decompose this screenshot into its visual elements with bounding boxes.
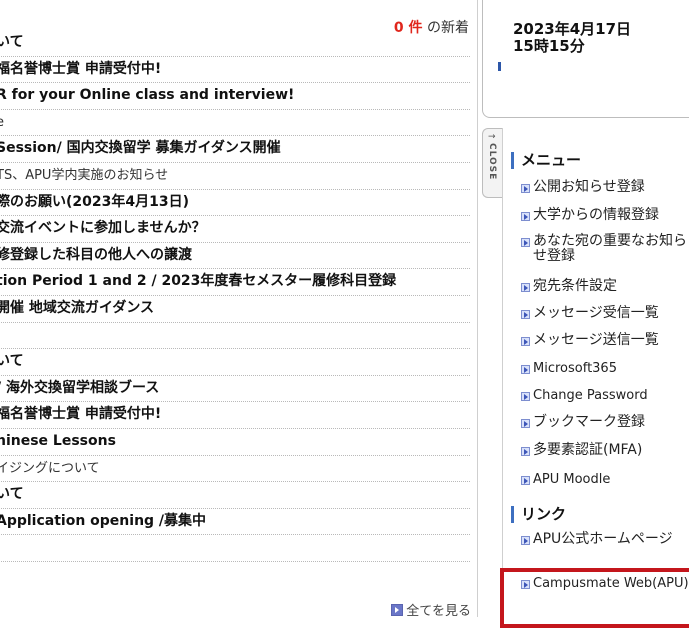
menu-item-bookmark[interactable]: ブックマーク登録: [521, 415, 689, 430]
news-item[interactable]: いて: [0, 482, 470, 509]
news-item[interactable]: 福名誉博士賞 申請受付中!: [0, 402, 470, 429]
news-item[interactable]: tion Period 1 and 2 / 2023年度春セメスター履修科目登録: [0, 269, 470, 296]
news-item[interactable]: 交流イベントに参加しませんか？: [0, 216, 470, 243]
sidebar-menu: メニュー 公開お知らせ登録 大学からの情報登録 あなた宛の重要なお知らせ登録 宛…: [502, 128, 689, 617]
menu-item-apu-moodle[interactable]: APU Moodle: [521, 472, 689, 487]
news-item[interactable]: いて: [0, 30, 470, 57]
see-all-label: 全てを見る: [406, 604, 471, 617]
arrow-right-icon: →: [488, 132, 496, 142]
arrow-box-icon: [521, 184, 530, 193]
current-time: 15時15分: [513, 37, 585, 55]
menu-item-microsoft365[interactable]: Microsoft365: [521, 361, 689, 376]
arrow-box-icon: [521, 283, 530, 292]
news-item: [0, 323, 470, 350]
news-item[interactable]: / 海外交換留学相談ブース: [0, 376, 470, 403]
arrow-box-icon: [521, 392, 530, 401]
arrow-box-icon: [391, 604, 404, 616]
news-item[interactable]: hinese Lessons: [0, 429, 470, 456]
news-item[interactable]: 修登録した科目の他人への譲渡: [0, 243, 470, 270]
news-item[interactable]: Application opening /募集中: [0, 509, 470, 536]
bullet-marker: [498, 62, 501, 71]
menu-item-important-notice[interactable]: あなた宛の重要なお知らせ登録: [521, 234, 689, 264]
news-item[interactable]: 開催 地域交流ガイダンス: [0, 296, 470, 323]
menu-item-public-notice[interactable]: 公開お知らせ登録: [521, 180, 689, 195]
arrow-box-icon: [521, 365, 530, 374]
news-item[interactable]: 福名誉博士賞 申請受付中!: [0, 57, 470, 84]
close-sidebar-tab[interactable]: → CLOSE: [482, 128, 502, 198]
menu-item-inbox[interactable]: メッセージ受信一覧: [521, 306, 689, 321]
arrow-box-icon: [521, 447, 530, 456]
news-item: [0, 535, 470, 562]
news-item[interactable]: Session/ 国内交換留学 募集ガイダンス開催: [0, 136, 470, 163]
links-heading: リンク: [511, 506, 566, 523]
arrow-box-icon: [521, 238, 530, 247]
news-item[interactable]: 際のお願い(2023年4月13日): [0, 190, 470, 217]
link-apu-homepage[interactable]: APU公式ホームページ: [521, 532, 689, 547]
menu-item-university-info[interactable]: 大学からの情報登録: [521, 208, 689, 223]
arrow-box-icon: [521, 476, 530, 485]
news-item[interactable]: R for your Online class and interview!: [0, 83, 470, 110]
menu-item-mfa[interactable]: 多要素認証(MFA): [521, 443, 689, 458]
arrow-box-icon: [521, 419, 530, 428]
arrow-box-icon: [521, 212, 530, 221]
arrow-box-icon: [521, 580, 530, 589]
arrow-box-icon: [521, 536, 530, 545]
link-campusmate-web[interactable]: Campusmate Web(APU): [521, 576, 689, 591]
close-label: CLOSE: [487, 143, 497, 181]
menu-item-change-password[interactable]: Change Password: [521, 388, 689, 403]
see-all-link[interactable]: 全てを見る: [391, 600, 471, 617]
news-item[interactable]: TS、APU学内実施のお知らせ: [0, 163, 470, 190]
menu-heading: メニュー: [511, 152, 581, 169]
news-item[interactable]: イジングについて: [0, 456, 470, 483]
news-panel: 0 件 の新着 いて福名誉博士賞 申請受付中!R for your Online…: [0, 0, 478, 617]
datetime-box: 2023年4月17日 15時15分: [482, 0, 689, 118]
arrow-box-icon: [521, 310, 530, 319]
menu-item-recipient-conditions[interactable]: 宛先条件設定: [521, 279, 689, 294]
arrow-box-icon: [521, 337, 530, 346]
news-list: いて福名誉博士賞 申請受付中!R for your Online class a…: [0, 30, 470, 562]
news-item[interactable]: e: [0, 110, 470, 137]
menu-item-sent[interactable]: メッセージ送信一覧: [521, 333, 689, 348]
news-item[interactable]: いて: [0, 349, 470, 376]
